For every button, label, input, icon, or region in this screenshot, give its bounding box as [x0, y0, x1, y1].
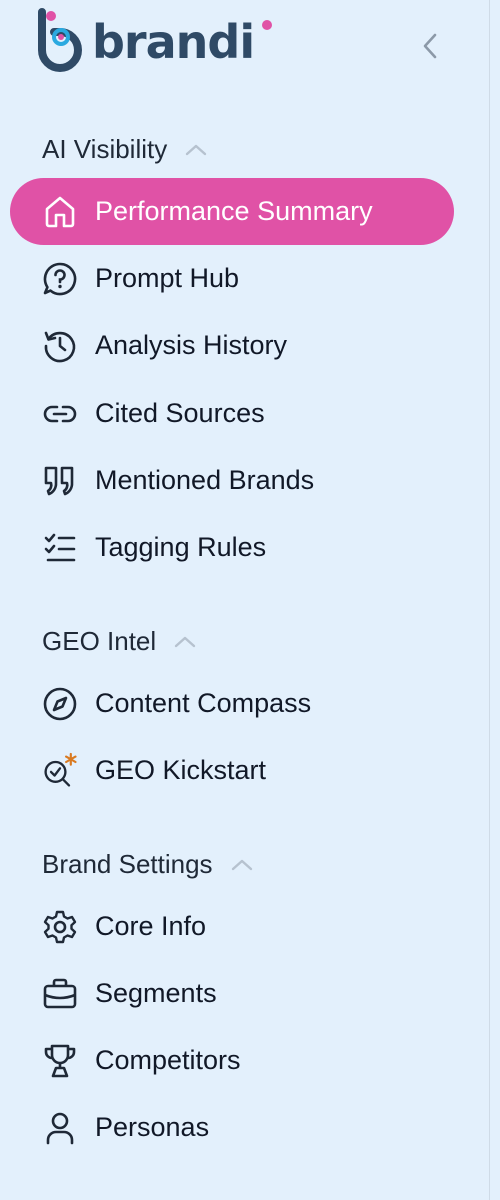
- section-header-ai-visibility[interactable]: AI Visibility: [42, 134, 207, 165]
- chevron-up-icon: [185, 144, 207, 156]
- nav-item-label: Analysis History: [95, 330, 288, 360]
- nav-item-content-compass[interactable]: Content Compass: [10, 670, 454, 737]
- brand-logo[interactable]: brandi: [34, 8, 272, 72]
- nav-item-label: Core Info: [95, 911, 207, 941]
- quote-icon: [42, 463, 78, 499]
- nav-item-label: GEO Kickstart: [95, 755, 267, 785]
- section-title: GEO Intel: [42, 626, 157, 656]
- section-header-geo-intel[interactable]: GEO Intel: [42, 626, 196, 657]
- chevron-up-icon: [231, 859, 253, 871]
- nav-item-label: Personas: [95, 1112, 210, 1142]
- nav-item-prompt-hub[interactable]: Prompt Hub: [10, 245, 454, 312]
- user-icon: [42, 1110, 78, 1146]
- nav-item-geo-kickstart[interactable]: GEO Kickstart: [10, 737, 454, 804]
- nav-item-competitors[interactable]: Competitors: [10, 1027, 454, 1094]
- brand-name: brandi: [92, 15, 255, 69]
- nav-item-label: Prompt Hub: [95, 263, 240, 293]
- sidebar: brandi AI Visibility Performance Summary: [0, 0, 490, 1200]
- chevron-left-icon: [423, 33, 437, 59]
- nav-item-segments[interactable]: Segments: [10, 960, 454, 1027]
- search-sparkle-icon: [42, 752, 78, 789]
- trophy-icon: [42, 1043, 78, 1079]
- nav-item-label: Performance Summary: [95, 196, 373, 226]
- nav-item-cited-sources[interactable]: Cited Sources: [10, 380, 454, 447]
- sidebar-divider: [489, 0, 490, 1200]
- home-icon: [42, 194, 78, 230]
- briefcase-icon: [42, 976, 78, 1012]
- chevron-up-icon: [174, 636, 196, 648]
- section-title: AI Visibility: [42, 134, 168, 164]
- history-icon: [42, 328, 78, 364]
- question-chat-icon: [42, 261, 78, 297]
- section-title: Brand Settings: [42, 849, 213, 879]
- link-icon: [42, 396, 78, 432]
- nav-item-label: Segments: [95, 978, 217, 1008]
- nav-item-label: Mentioned Brands: [95, 465, 315, 495]
- nav-item-label: Content Compass: [95, 688, 312, 718]
- collapse-sidebar-button[interactable]: [414, 28, 446, 64]
- nav-item-label: Competitors: [95, 1045, 241, 1075]
- gear-icon: [42, 909, 78, 945]
- brandi-logo-icon: [38, 8, 82, 72]
- section-header-brand-settings[interactable]: Brand Settings: [42, 849, 253, 880]
- nav-item-label: Cited Sources: [95, 398, 265, 428]
- checklist-icon: [42, 530, 78, 566]
- nav-item-analysis-history[interactable]: Analysis History: [10, 312, 454, 379]
- nav-item-core-info[interactable]: Core Info: [10, 893, 454, 960]
- nav-item-tagging-rules[interactable]: Tagging Rules: [10, 514, 454, 581]
- nav-item-mentioned-brands[interactable]: Mentioned Brands: [10, 447, 454, 514]
- nav-item-personas[interactable]: Personas: [10, 1094, 454, 1161]
- nav-item-performance-summary[interactable]: Performance Summary: [10, 178, 454, 245]
- compass-icon: [42, 686, 78, 722]
- nav-item-label: Tagging Rules: [95, 532, 267, 562]
- logo-accent-dot: [262, 20, 272, 30]
